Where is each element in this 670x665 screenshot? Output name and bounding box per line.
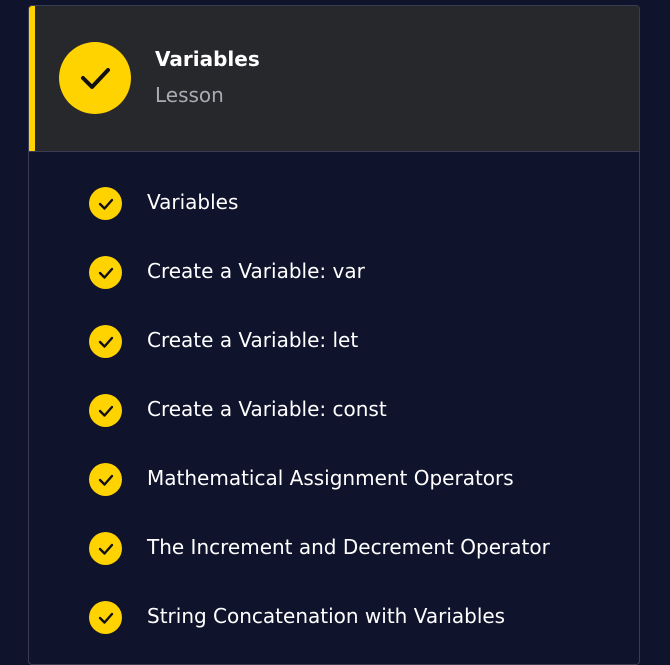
list-item-label: Variables	[147, 190, 239, 214]
list-item-label: Create a Variable: let	[147, 328, 359, 352]
lesson-header[interactable]: Variables Lesson	[29, 6, 639, 152]
check-icon	[89, 256, 122, 289]
list-item-label: String Concatenation with Variables	[147, 604, 506, 628]
list-item[interactable]: String Concatenation with Variables	[29, 583, 639, 652]
list-item[interactable]: Create a Variable: let	[29, 307, 639, 376]
list-item[interactable]: Create a Variable: const	[29, 376, 639, 445]
list-item-label: Create a Variable: var	[147, 259, 365, 283]
check-icon	[89, 325, 122, 358]
list-item[interactable]: The Increment and Decrement Operator	[29, 514, 639, 583]
accent-bar	[29, 6, 35, 151]
list-item[interactable]: Create a Variable: var	[29, 238, 639, 307]
lesson-complete-check-icon	[59, 42, 131, 114]
check-icon	[89, 394, 122, 427]
list-item-label: Mathematical Assignment Operators	[147, 466, 514, 490]
lesson-subtitle: Lesson	[155, 83, 224, 107]
lesson-title: Variables	[155, 47, 260, 71]
list-item[interactable]: Variables	[29, 169, 639, 238]
check-icon	[89, 601, 122, 634]
check-icon	[89, 532, 122, 565]
check-icon	[89, 463, 122, 496]
list-item[interactable]: Mathematical Assignment Operators	[29, 445, 639, 514]
check-icon	[89, 187, 122, 220]
lesson-panel: Variables Lesson Variables Create a Vari…	[28, 5, 640, 665]
check-icon	[81, 68, 110, 89]
list-item-label: The Increment and Decrement Operator	[147, 535, 550, 559]
lesson-item-list: Variables Create a Variable: var Create …	[29, 169, 639, 652]
list-item-label: Create a Variable: const	[147, 397, 387, 421]
